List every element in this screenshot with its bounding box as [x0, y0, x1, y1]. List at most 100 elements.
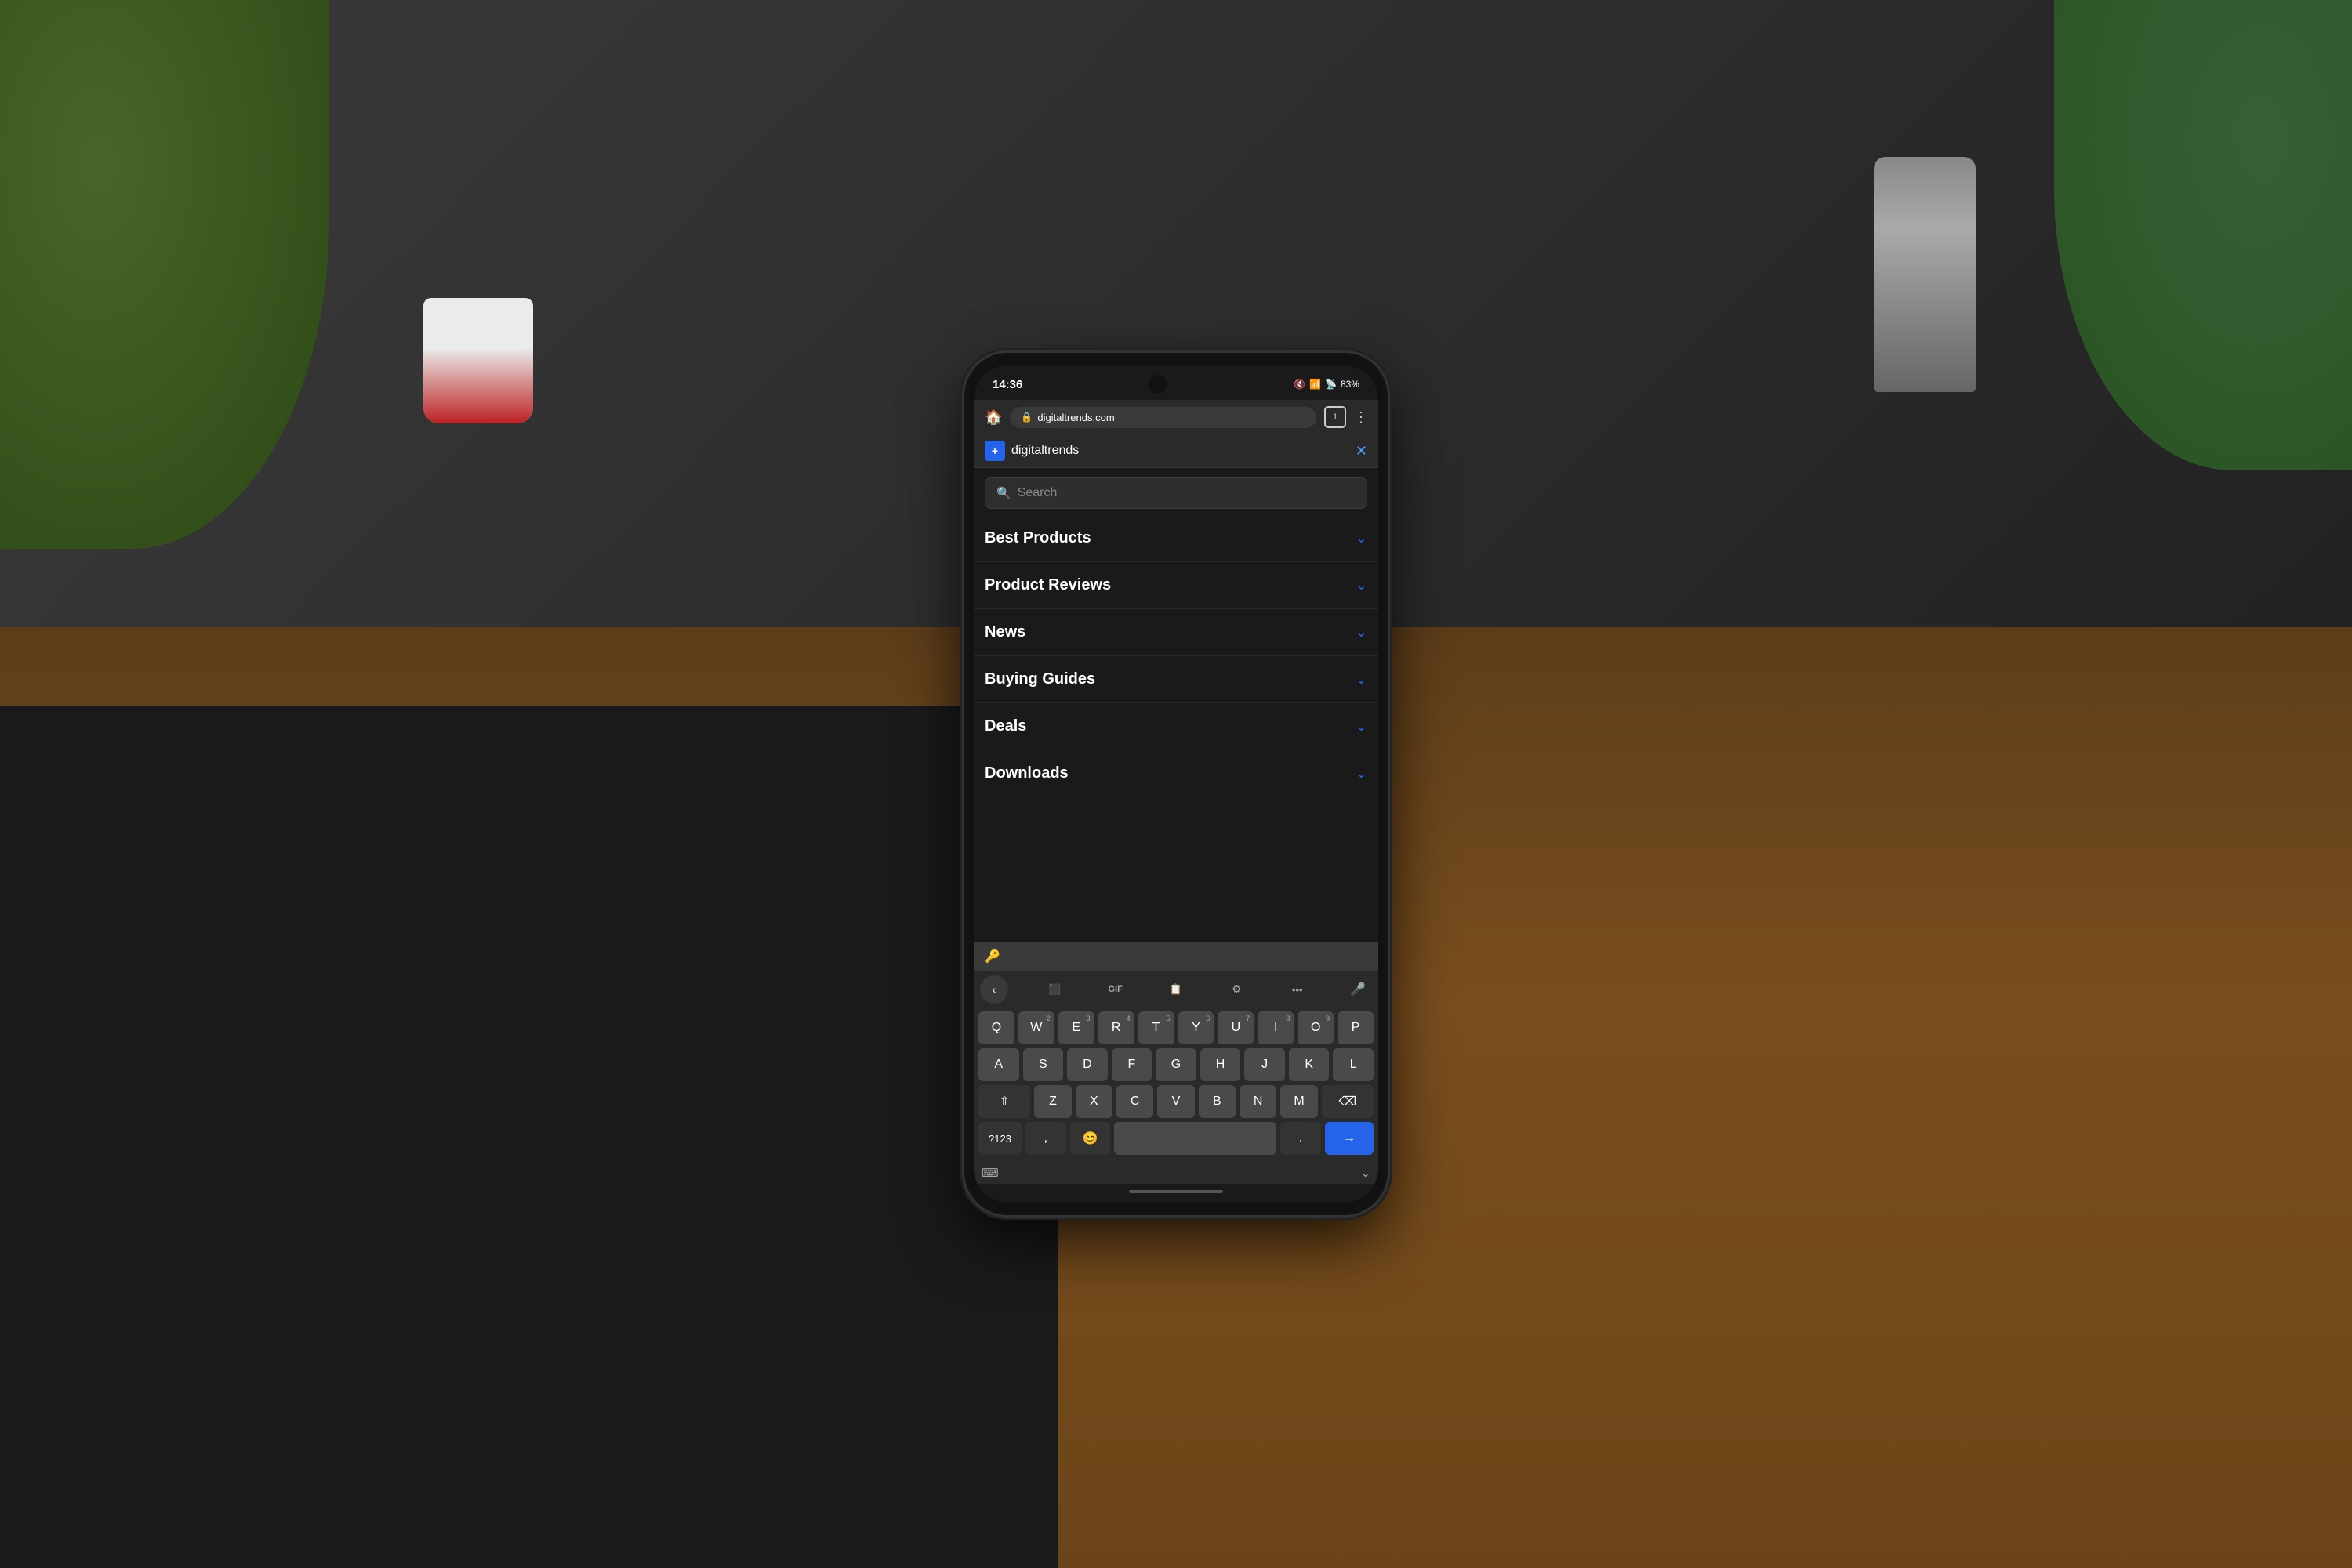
keyboard-settings-button[interactable]: ⚙ [1222, 975, 1250, 1004]
chevron-down-icon: ⌄ [1356, 577, 1367, 593]
key-o[interactable]: O9 [1298, 1011, 1334, 1044]
search-placeholder: Search [1018, 486, 1058, 500]
key-r[interactable]: R4 [1098, 1011, 1134, 1044]
key-g[interactable]: G [1156, 1048, 1196, 1081]
key-f[interactable]: F [1112, 1048, 1152, 1081]
search-icon: 🔍 [996, 486, 1011, 500]
key-m[interactable]: M [1280, 1085, 1317, 1118]
brand-container: + digitaltrends [985, 441, 1079, 461]
keyboard-clipboard-button[interactable]: 📋 [1162, 975, 1190, 1004]
keyboard-expand-row: ⌨ ⌄ [974, 1162, 1378, 1184]
nav-item-news[interactable]: News ⌄ [974, 609, 1378, 656]
browser-tab-button[interactable]: 1 [1324, 406, 1346, 428]
nav-item-label: News [985, 623, 1025, 641]
send-key[interactable]: → [1325, 1122, 1374, 1155]
nav-item-buying-guides[interactable]: Buying Guides ⌄ [974, 656, 1378, 703]
key-s[interactable]: S [1023, 1048, 1064, 1081]
key-i[interactable]: I8 [1258, 1011, 1294, 1044]
home-bar [1129, 1190, 1223, 1193]
key-e[interactable]: E3 [1058, 1011, 1094, 1044]
nav-item-label: Deals [985, 717, 1026, 735]
key-l[interactable]: L [1333, 1048, 1374, 1081]
keyboard-row-2: A S D F G H J K L [978, 1048, 1374, 1081]
keyboard-row-1: Q W2 E3 R4 T5 Y6 U7 I8 O9 P [978, 1011, 1374, 1044]
lock-icon: 🔒 [1021, 412, 1033, 423]
bg-dark-mat [0, 706, 1058, 1568]
key-t[interactable]: T5 [1138, 1011, 1174, 1044]
keyboard-rows: Q W2 E3 R4 T5 Y6 U7 I8 O9 P A S [974, 1008, 1378, 1162]
search-wrapper: 🔍 Search [974, 468, 1378, 515]
key-c[interactable]: C [1116, 1085, 1153, 1118]
browser-address-bar[interactable]: 🔒 digitaltrends.com [1010, 407, 1316, 428]
backspace-key[interactable]: ⌫ [1322, 1085, 1374, 1118]
keyboard-row-3: ⇧ Z X C V B N M ⌫ [978, 1085, 1374, 1118]
nav-item-downloads[interactable]: Downloads ⌄ [974, 750, 1378, 797]
tab-count: 1 [1333, 412, 1338, 422]
nav-item-deals[interactable]: Deals ⌄ [974, 703, 1378, 750]
key-a[interactable]: A [978, 1048, 1019, 1081]
key-w[interactable]: W2 [1018, 1011, 1054, 1044]
key-n[interactable]: N [1240, 1085, 1276, 1118]
shift-key[interactable]: ⇧ [978, 1085, 1030, 1118]
key-z[interactable]: Z [1034, 1085, 1071, 1118]
status-time: 14:36 [993, 378, 1022, 391]
key-h[interactable]: H [1200, 1048, 1241, 1081]
wifi-icon: 📶 [1309, 379, 1321, 390]
browser-menu-button[interactable]: ⋮ [1354, 409, 1367, 426]
keyboard-toolbar: 🔑 [974, 942, 1378, 971]
keyboard-area: 🔑 ‹ ⬛ GIF 📋 ⚙ ••• 🎤 Q W2 [974, 942, 1378, 1184]
keyboard-action-row: ‹ ⬛ GIF 📋 ⚙ ••• 🎤 [974, 971, 1378, 1008]
key-u[interactable]: U7 [1218, 1011, 1254, 1044]
chevron-down-icon: ⌄ [1356, 530, 1367, 546]
keyboard-collapse-icon[interactable]: ⌄ [1360, 1166, 1370, 1180]
chevron-down-icon: ⌄ [1356, 765, 1367, 782]
status-icons: 🔇 📶 📡 83% [1294, 379, 1359, 390]
keyboard-row-bottom: ?123 , 😊 . → [978, 1122, 1374, 1155]
keyboard-more-button[interactable]: ••• [1283, 975, 1312, 1004]
key-q[interactable]: Q [978, 1011, 1014, 1044]
key-x[interactable]: X [1076, 1085, 1112, 1118]
search-bar[interactable]: 🔍 Search [985, 477, 1367, 509]
key-k[interactable]: K [1289, 1048, 1330, 1081]
bg-grinder [1874, 157, 1976, 392]
volume-icon: 🔇 [1294, 379, 1305, 390]
camera-notch [1149, 375, 1167, 394]
keyboard-gif-button[interactable]: GIF [1102, 975, 1130, 1004]
chevron-down-icon: ⌄ [1356, 671, 1367, 688]
nav-item-product-reviews[interactable]: Product Reviews ⌄ [974, 562, 1378, 609]
space-key[interactable] [1114, 1122, 1276, 1155]
chevron-down-icon: ⌄ [1356, 624, 1367, 641]
status-bar: 14:36 🔇 📶 📡 83% [974, 365, 1378, 400]
phone-device: 14:36 🔇 📶 📡 83% 🏠 🔒 digitaltrends.com 1 [964, 353, 1388, 1215]
nav-item-label: Best Products [985, 529, 1091, 547]
key-y[interactable]: Y6 [1178, 1011, 1214, 1044]
key-p[interactable]: P [1338, 1011, 1374, 1044]
key-j[interactable]: J [1244, 1048, 1285, 1081]
brand-icon: + [985, 441, 1005, 461]
nav-item-best-products[interactable]: Best Products ⌄ [974, 515, 1378, 562]
menu-close-button[interactable]: ✕ [1356, 443, 1367, 459]
phone-wrapper: 14:36 🔇 📶 📡 83% 🏠 🔒 digitaltrends.com 1 [964, 353, 1388, 1215]
battery-level: 83% [1341, 379, 1359, 390]
keyboard-sticker-button[interactable]: ⬛ [1040, 975, 1069, 1004]
browser-home-button[interactable]: 🏠 [985, 409, 1002, 426]
key-d[interactable]: D [1067, 1048, 1108, 1081]
keyboard-mic-button[interactable]: 🎤 [1344, 975, 1372, 1004]
keyboard-back-button[interactable]: ‹ [980, 975, 1008, 1004]
nav-item-label: Downloads [985, 764, 1069, 782]
menu-bar: + digitaltrends ✕ [974, 434, 1378, 468]
keyboard-icon: ⌨ [982, 1166, 999, 1180]
phone-screen: 14:36 🔇 📶 📡 83% 🏠 🔒 digitaltrends.com 1 [974, 365, 1378, 1203]
emoji-key[interactable]: 😊 [1070, 1122, 1111, 1155]
period-key[interactable]: . [1280, 1122, 1321, 1155]
brand-name: digitaltrends [1011, 444, 1079, 458]
nav-item-label: Product Reviews [985, 576, 1111, 594]
browser-bar: 🏠 🔒 digitaltrends.com 1 ⋮ [974, 400, 1378, 434]
key-v[interactable]: V [1157, 1085, 1194, 1118]
comma-key[interactable]: , [1025, 1122, 1066, 1155]
symbols-key[interactable]: ?123 [978, 1122, 1022, 1155]
address-text: digitaltrends.com [1037, 412, 1114, 423]
home-indicator [974, 1184, 1378, 1203]
key-b[interactable]: B [1199, 1085, 1236, 1118]
nav-item-label: Buying Guides [985, 670, 1095, 688]
